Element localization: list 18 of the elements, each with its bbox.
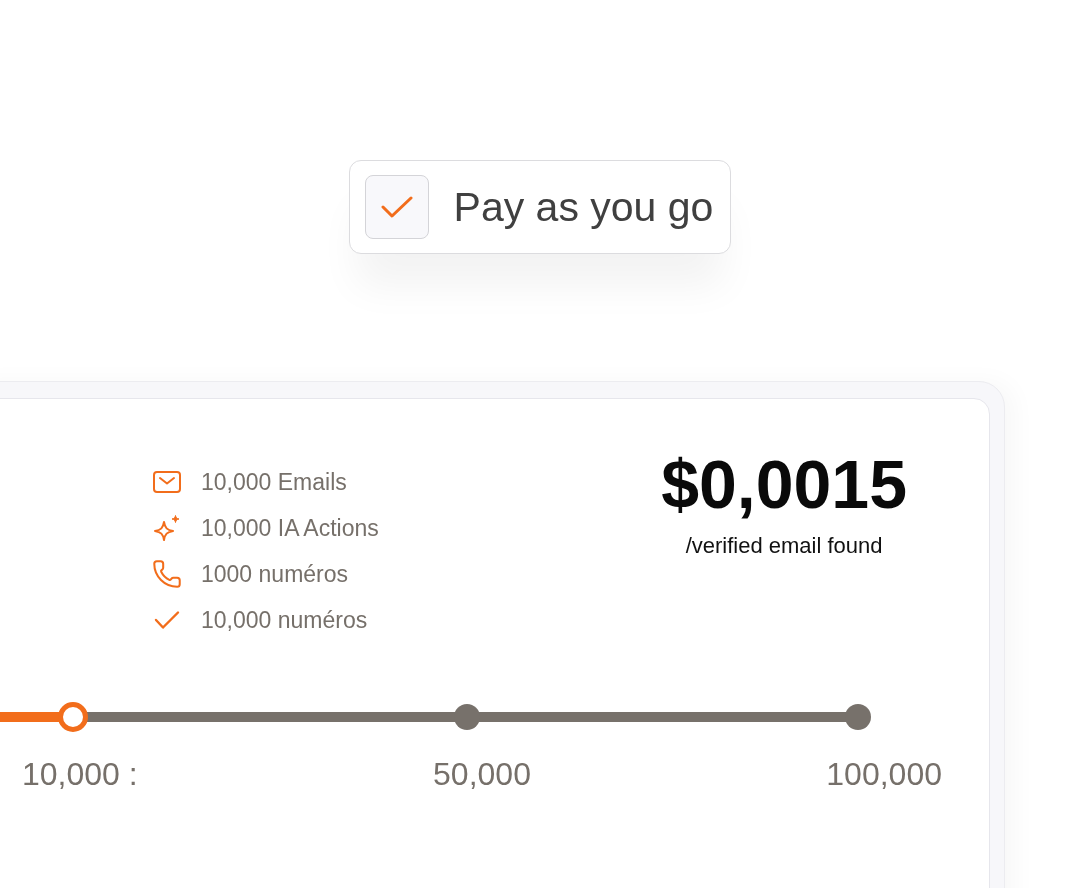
checkbox-option[interactable]: Pay as you go (348, 160, 732, 254)
feature-text: 1000 numéros (201, 560, 349, 588)
option-label: Pay as you go (453, 186, 714, 228)
price-unit: /verified email found (685, 532, 883, 560)
checkbox[interactable] (364, 175, 429, 239)
sparkle-icon (153, 514, 181, 542)
slider-thumb[interactable] (58, 702, 88, 732)
feature-text: 10,000 Emails (201, 468, 347, 496)
mail-icon (153, 471, 181, 493)
feature-text: 10,000 IA Actions (201, 514, 379, 542)
check-icon (154, 610, 180, 630)
check-icon (380, 196, 413, 218)
slider-label: 100,000 (826, 755, 942, 793)
price-amount: $0,0015 (661, 450, 907, 518)
feature-text: 10,000 numéros (201, 606, 368, 634)
slider-label: 50,000 (433, 755, 531, 793)
phone-icon (153, 560, 181, 588)
slider-label: 10,000 : (22, 755, 138, 793)
